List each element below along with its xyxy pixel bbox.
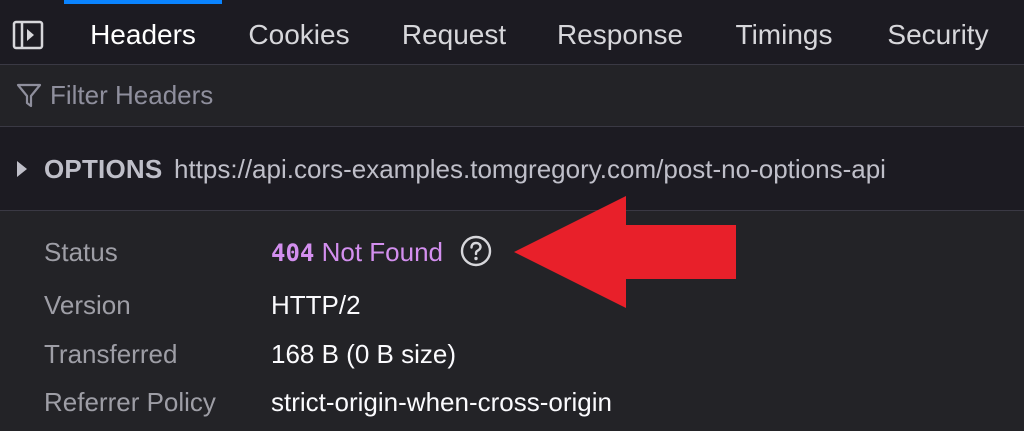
transferred-value: 168 B (0 B size)	[271, 339, 456, 369]
tab-cookies[interactable]: Cookies	[232, 0, 366, 64]
chevron-right-icon[interactable]	[17, 161, 27, 177]
version-value: HTTP/2	[271, 290, 361, 320]
request-url: https://api.cors-examples.tomgregory.com…	[174, 154, 886, 184]
details-tab-bar: Headers Cookies Request Response Timings…	[0, 0, 1024, 65]
header-row-referrer-policy: Referrer Policy strict-origin-when-cross…	[0, 381, 1024, 425]
filter-icon	[16, 82, 42, 110]
sidebar-toggle-icon[interactable]	[12, 20, 46, 50]
version-label: Version	[44, 290, 131, 320]
tab-headers[interactable]: Headers	[64, 0, 222, 64]
status-value: 404 Not Found	[271, 235, 492, 268]
status-code: 404	[271, 239, 315, 267]
help-icon[interactable]	[460, 235, 492, 267]
annotation-arrow-icon	[514, 196, 736, 308]
header-row-transferred: Transferred 168 B (0 B size)	[0, 333, 1024, 377]
tab-security[interactable]: Security	[870, 0, 1006, 64]
filter-headers-input[interactable]	[50, 77, 950, 113]
status-label: Status	[44, 237, 118, 267]
tab-request[interactable]: Request	[386, 0, 522, 64]
request-method: OPTIONS	[44, 154, 163, 184]
network-request-details-panel: Headers Cookies Request Response Timings…	[0, 0, 1024, 431]
filter-bar	[0, 65, 1024, 127]
tab-timings[interactable]: Timings	[718, 0, 850, 64]
tab-response[interactable]: Response	[542, 0, 698, 64]
referrer-policy-label: Referrer Policy	[44, 387, 216, 417]
referrer-policy-value: strict-origin-when-cross-origin	[271, 387, 612, 417]
status-text: Not Found	[321, 237, 443, 267]
transferred-label: Transferred	[44, 339, 178, 369]
